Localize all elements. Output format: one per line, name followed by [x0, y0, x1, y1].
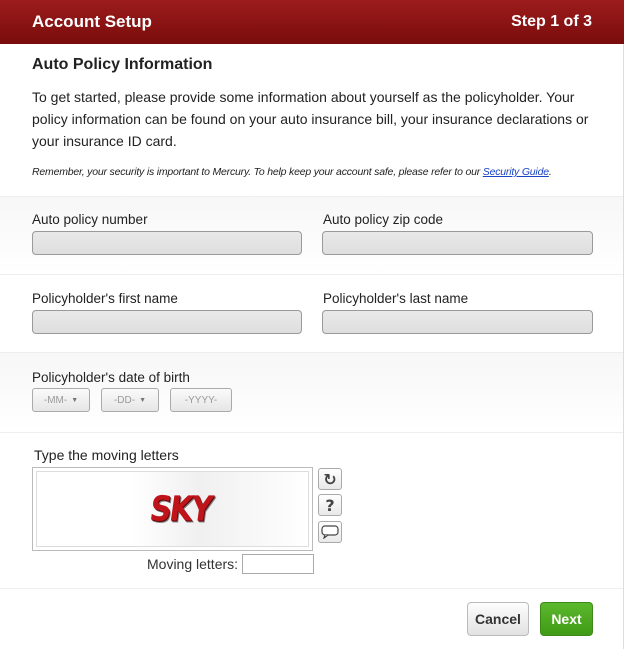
step-indicator: Step 1 of 3	[511, 13, 592, 30]
captcha-image: SKY	[32, 467, 313, 551]
captcha-frame: SKY	[36, 471, 309, 547]
footer	[0, 588, 624, 649]
next-button[interactable]: Next	[540, 602, 593, 636]
moving-letters-label: Moving letters:	[147, 556, 239, 572]
cancel-button[interactable]: Cancel	[467, 602, 529, 636]
dob-day-select[interactable]: -DD- ▼	[101, 388, 159, 412]
captcha-label: Type the moving letters	[34, 447, 179, 463]
refresh-icon[interactable]: ↻	[318, 468, 342, 490]
captcha-word: SKY	[147, 489, 214, 530]
dob-day-value: -DD-	[113, 394, 136, 406]
dob-label: Policyholder's date of birth	[32, 370, 190, 385]
security-note-text: Remember, your security is important to …	[32, 166, 483, 178]
dob-year-select[interactable]: -YYYY-	[170, 388, 232, 412]
dob-band	[0, 352, 624, 432]
help-icon[interactable]: ?	[318, 494, 342, 516]
chevron-down-icon: ▼	[71, 396, 79, 404]
zip-code-input[interactable]	[322, 231, 593, 255]
first-name-input[interactable]	[32, 310, 302, 334]
intro-text: To get started, please provide some info…	[32, 89, 589, 149]
refresh-glyph: ↻	[323, 469, 337, 489]
dialog-title: Account Setup	[32, 12, 152, 31]
security-guide-link[interactable]: Security Guide	[483, 166, 549, 178]
dob-month-value: -MM-	[43, 394, 68, 406]
speech-bubble-svg	[321, 525, 339, 539]
dob-month-select[interactable]: -MM- ▼	[32, 388, 90, 412]
section-heading: Auto Policy Information	[32, 56, 213, 73]
policy-number-label: Auto policy number	[32, 212, 148, 227]
dob-year-value: -YYYY-	[184, 394, 218, 406]
policy-number-input[interactable]	[32, 231, 302, 255]
last-name-input[interactable]	[322, 310, 593, 334]
security-note: Remember, your security is important to …	[32, 166, 592, 178]
intro-section: Auto Policy Information To get started, …	[32, 56, 592, 178]
chevron-down-icon: ▼	[139, 396, 147, 404]
moving-letters-input[interactable]	[242, 554, 314, 574]
help-glyph: ?	[325, 495, 335, 515]
speech-bubble-icon[interactable]	[318, 521, 342, 543]
page-header: Account Setup Step 1 of 3	[0, 0, 624, 44]
zip-code-label: Auto policy zip code	[323, 212, 444, 227]
security-note-end: .	[548, 166, 552, 178]
first-name-label: Policyholder's first name	[32, 291, 178, 306]
last-name-label: Policyholder's last name	[323, 291, 469, 306]
